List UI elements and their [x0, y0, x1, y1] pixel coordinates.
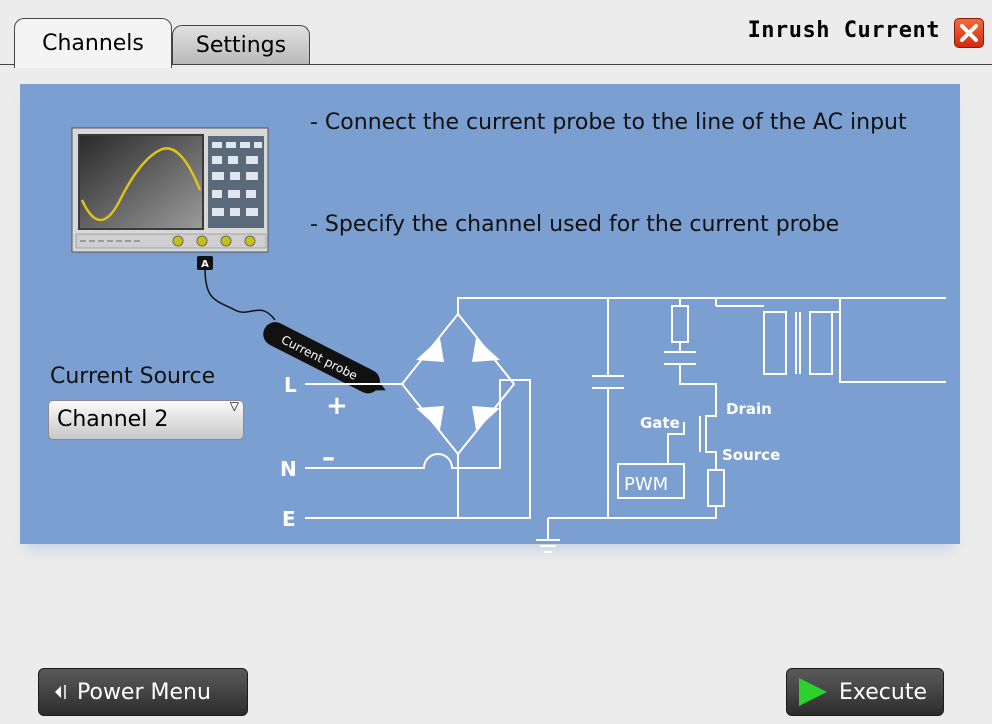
dropdown-arrow-icon: ▽ [229, 399, 239, 413]
drain-label: Drain [726, 400, 772, 418]
gate-label: Gate [640, 414, 680, 432]
polarity-minus: – [322, 443, 335, 473]
probe-tag: A [201, 259, 209, 270]
line-label-n: N [280, 457, 297, 481]
execute-label: Execute [839, 679, 927, 705]
oscilloscope-icon [71, 127, 269, 253]
source-label: Source [722, 446, 780, 464]
current-source-label: Current Source [50, 364, 216, 389]
back-arrow-icon [55, 685, 66, 699]
tab-channels-label: Channels [42, 31, 144, 56]
circuit-wiring [305, 297, 946, 553]
polarity-plus: + [326, 391, 348, 421]
line-label-l: L [284, 373, 297, 397]
current-source-value: Channel 2 [57, 407, 169, 432]
circuit-illustration: A Current probe L N E + – Gate Drain Sou… [71, 127, 946, 553]
probe-cable [204, 267, 276, 321]
pwm-label: PWM [624, 474, 668, 495]
tab-channels[interactable]: Channels [14, 18, 172, 68]
line-label-e: E [282, 507, 296, 531]
power-menu-button[interactable]: Power Menu [38, 668, 248, 716]
power-menu-label: Power Menu [77, 679, 211, 705]
bridge-diodes [416, 338, 500, 430]
current-source-select[interactable]: Channel 2 ▽ [48, 399, 244, 440]
play-icon [799, 678, 827, 706]
current-probe-icon: Current probe [263, 322, 386, 394]
execute-button[interactable]: Execute [786, 668, 944, 716]
